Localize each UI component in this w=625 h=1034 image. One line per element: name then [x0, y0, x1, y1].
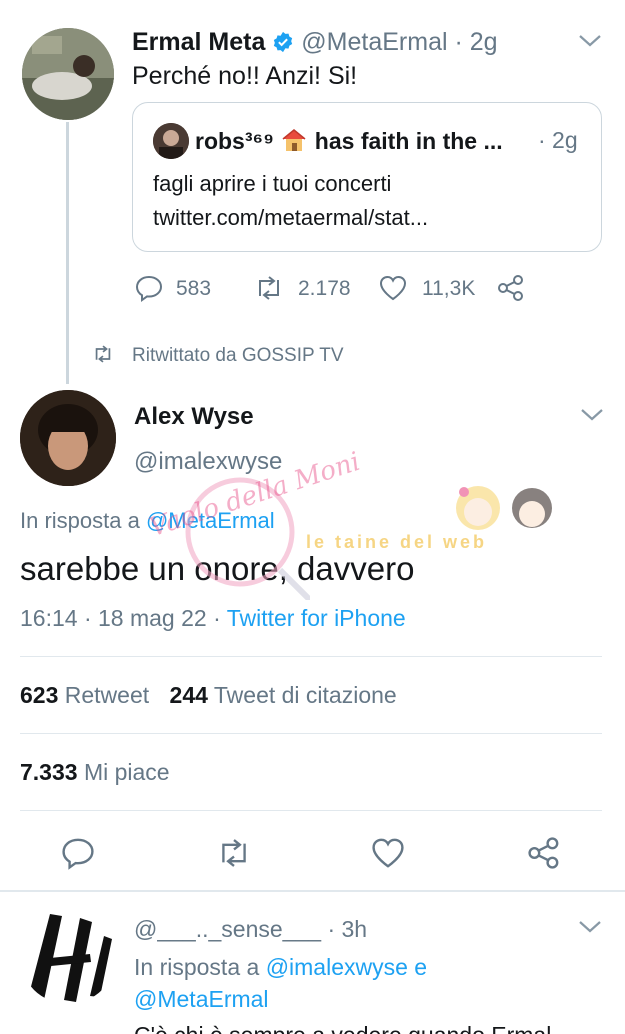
quote-label[interactable]: Tweet di citazione: [214, 682, 397, 708]
avatar-photo: [20, 390, 116, 486]
chevron-down-icon[interactable]: [578, 406, 608, 426]
quote-total[interactable]: 244: [170, 682, 208, 708]
tweet-text: Perché no!! Anzi! Si!: [132, 62, 358, 90]
quote-text-line2: twitter.com/metaermal/stat...: [153, 205, 429, 230]
retweet-total[interactable]: 623: [20, 682, 58, 708]
avatar[interactable]: [20, 908, 116, 1004]
reply-icon[interactable]: [134, 274, 164, 302]
divider: [20, 810, 602, 811]
avatar[interactable]: [20, 390, 116, 486]
avatar[interactable]: [22, 28, 114, 120]
tweet-timestamp-row: 16:14 · 18 mag 22 · Twitter for iPhone: [20, 605, 406, 632]
like-total[interactable]: 7.333: [20, 759, 78, 785]
quote-text-line1: fagli aprire i tuoi concerti: [153, 171, 392, 196]
avatar-photo: [22, 28, 114, 120]
share-icon[interactable]: [496, 274, 526, 302]
avatar-photo: [20, 908, 116, 1004]
tweet-header: Ermal Meta @MetaErmal · 2g: [132, 28, 498, 60]
like-label[interactable]: Mi piace: [84, 759, 170, 785]
quote-author-suffix: has faith in the ...: [314, 128, 503, 154]
reply-context: In risposta a @imalexwyse e: [134, 954, 427, 981]
divider: [20, 733, 602, 734]
retweet-small-icon: [90, 344, 116, 369]
like-count: 11,3K: [422, 277, 476, 300]
divider: [20, 656, 602, 657]
engagement-stats: 623 Retweet 244 Tweet di citazione: [20, 682, 397, 709]
house-icon: [280, 127, 308, 159]
reply-prefix: In risposta a: [134, 954, 260, 980]
verified-badge-icon: [272, 31, 294, 60]
share-icon[interactable]: [526, 836, 562, 870]
quote-author-name: robs³⁶⁹: [195, 128, 275, 154]
tweet-time: · 3h: [327, 916, 368, 942]
retweet-icon[interactable]: [214, 836, 254, 870]
author-handle[interactable]: @MetaErmal: [301, 28, 447, 56]
author-name[interactable]: Alex Wyse: [134, 403, 254, 431]
reply-icon[interactable]: [60, 836, 96, 870]
quoted-tweet-card[interactable]: robs³⁶⁹ has faith in the ... · 2g fagli …: [132, 102, 602, 252]
like-icon[interactable]: [370, 836, 406, 870]
reply-to-link[interactable]: @MetaErmal: [134, 986, 269, 1013]
reply-conjunction: e: [414, 954, 428, 980]
reply-prefix: In risposta a: [20, 508, 140, 533]
chevron-down-icon[interactable]: [576, 918, 606, 938]
tweet-text: C'è chi è sempre a vedere quando Ermal: [134, 1022, 551, 1034]
reply-count: 583: [176, 277, 212, 300]
chevron-down-icon[interactable]: [576, 32, 606, 52]
tweet-actions: [60, 836, 570, 870]
quote-header: robs³⁶⁹ has faith in the ...: [195, 127, 503, 159]
quote-time: · 2g: [538, 127, 578, 153]
likes-stats: 7.333 Mi piace: [20, 759, 170, 786]
watermark-banner: le taine del web: [306, 532, 488, 552]
tweet-actions: 583 2.178 11,3K: [134, 274, 534, 304]
like-icon[interactable]: [378, 274, 408, 302]
avatar: [153, 123, 189, 159]
retweet-icon[interactable]: [252, 274, 286, 302]
thread-line: [66, 122, 69, 384]
watermark-characters: [440, 478, 560, 536]
tweet-time: · 2g: [454, 28, 498, 56]
author-handle[interactable]: @___.._sense___: [134, 916, 321, 942]
tweet-client-link[interactable]: Twitter for iPhone: [227, 605, 406, 631]
retweet-label[interactable]: Retweet: [65, 682, 149, 708]
tweet-timestamp: 16:14 · 18 mag 22 ·: [20, 605, 221, 631]
divider: [0, 890, 625, 892]
retweet-count: 2.178: [298, 277, 351, 300]
reply-to-link[interactable]: @imalexwyse: [266, 954, 408, 980]
reply-tweet-header: @___.._sense___ · 3h: [134, 916, 367, 943]
author-name[interactable]: Ermal Meta: [132, 28, 265, 56]
retweeted-by: Ritwittato da GOSSIP TV: [132, 345, 344, 366]
